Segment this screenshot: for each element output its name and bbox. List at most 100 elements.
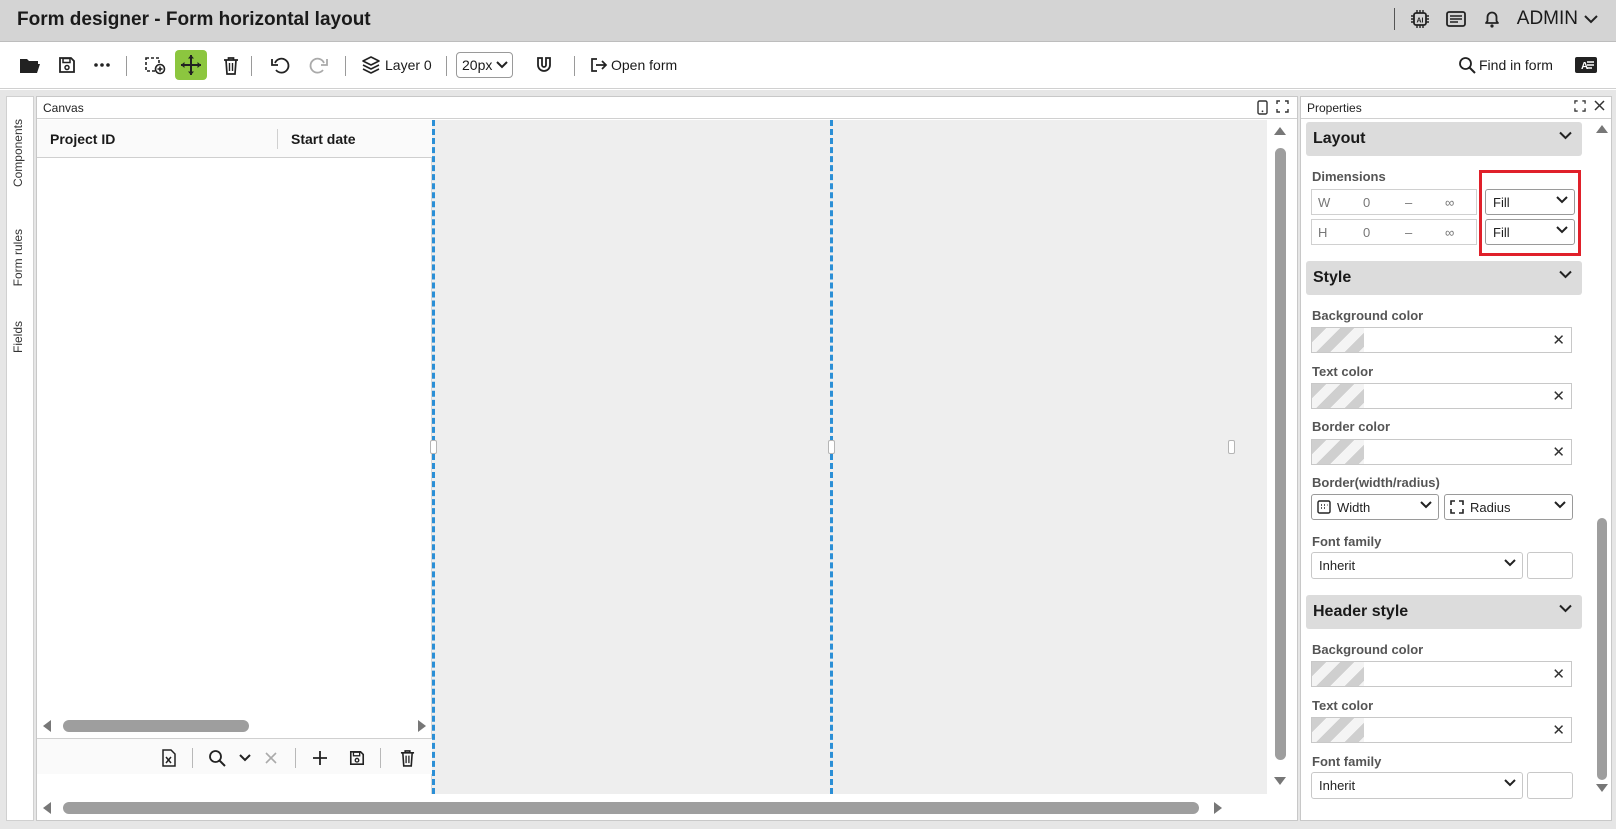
font-family-select[interactable]: Inherit [1311,552,1523,579]
user-menu[interactable]: ADMIN [1517,8,1598,30]
font-family-label: Font family [1312,534,1382,549]
header-background-color-field[interactable]: ✕ [1311,661,1572,687]
canvas-horizontal-scrollbar[interactable] [37,797,1267,819]
color-swatch[interactable] [1312,384,1364,408]
text-color-field[interactable]: ✕ [1311,383,1572,409]
grid-size-select[interactable]: 20px [456,50,514,80]
section-title: Style [1313,269,1352,286]
save-icon[interactable] [52,50,82,80]
find-label: Find in form [1479,57,1553,73]
mobile-icon[interactable] [1257,100,1268,115]
clear-icon[interactable]: ✕ [1552,387,1565,405]
close-icon[interactable] [1594,100,1605,111]
scrollbar-thumb[interactable] [1597,518,1607,780]
tab-components[interactable]: Components [11,119,25,187]
properties-vertical-scrollbar[interactable] [1593,120,1611,820]
header-font-family-select[interactable]: Inherit [1311,772,1523,799]
scroll-up-icon[interactable] [1596,124,1608,134]
clear-icon[interactable]: ✕ [1552,331,1565,349]
scroll-right-icon[interactable] [1213,802,1223,814]
clear-icon[interactable]: ✕ [1552,443,1565,461]
add-icon[interactable] [310,748,330,768]
trash-icon[interactable] [397,748,417,768]
section-layout[interactable]: Layout [1306,122,1582,156]
search-icon[interactable] [207,748,227,768]
scrollbar-thumb[interactable] [63,802,1199,814]
clear-icon[interactable]: ✕ [1552,721,1565,739]
bell-icon[interactable] [1481,8,1503,30]
magnet-icon[interactable] [529,50,559,80]
tab-fields[interactable]: Fields [11,321,25,353]
column-header-start-date[interactable]: Start date [291,131,356,147]
open-folder-icon[interactable] [15,50,45,80]
scroll-left-icon[interactable] [42,802,52,814]
toolbar: Layer 0 20px Open form Find in form A [0,42,1616,89]
canvas-area[interactable]: Project ID Start date [37,120,1267,794]
fullscreen-icon[interactable] [1276,100,1289,113]
color-swatch[interactable] [1312,328,1364,352]
range-dash: – [1405,195,1413,210]
color-swatch[interactable] [1312,440,1364,464]
add-component-icon[interactable] [140,50,170,80]
redo-icon[interactable] [303,50,333,80]
height-range[interactable]: H 0 – ∞ [1311,219,1477,245]
height-min[interactable]: 0 [1363,225,1370,240]
scroll-left-icon[interactable] [42,720,52,732]
border-color-field[interactable]: ✕ [1311,439,1572,465]
grid-size-value: 20px [462,57,493,73]
find-in-form-button[interactable]: Find in form [1458,50,1553,80]
scroll-up-icon[interactable] [1274,126,1286,136]
trash-icon[interactable] [216,50,246,80]
scroll-down-icon[interactable] [1274,776,1286,786]
divider [345,56,346,76]
more-icon[interactable] [87,50,117,80]
clear-icon[interactable] [261,748,281,768]
resize-handle[interactable] [828,440,835,454]
ai-chip-icon[interactable]: AI [1409,8,1431,30]
width-max[interactable]: ∞ [1445,195,1454,210]
chevron-down-icon[interactable] [235,748,255,768]
tab-form-rules[interactable]: Form rules [11,229,25,286]
export-excel-icon[interactable] [159,748,179,768]
scroll-down-icon[interactable] [1596,783,1608,793]
section-header-style[interactable]: Header style [1306,595,1582,629]
layer-button[interactable]: Layer 0 [361,50,432,80]
divider [251,56,252,76]
ai-text-icon[interactable]: A [1571,50,1601,80]
fullscreen-icon[interactable] [1574,100,1586,112]
canvas-header: Canvas [37,97,1297,119]
save-icon[interactable] [347,748,367,768]
color-swatch[interactable] [1312,718,1364,742]
resize-handle[interactable] [1228,440,1235,454]
height-prefix: H [1318,225,1328,240]
canvas-vertical-scrollbar[interactable] [1269,120,1291,794]
undo-icon[interactable] [266,50,296,80]
height-max[interactable]: ∞ [1445,225,1454,240]
open-form-icon [591,58,608,72]
border-label: Border(width/radius) [1312,475,1440,490]
data-grid[interactable]: Project ID Start date [37,120,432,794]
header-font-size-input[interactable] [1527,772,1573,799]
move-tool-icon[interactable] [175,50,207,80]
scrollbar-thumb[interactable] [1275,148,1286,760]
grid-horizontal-scrollbar[interactable] [37,716,432,736]
scrollbar-thumb[interactable] [63,720,249,732]
clear-icon[interactable]: ✕ [1552,665,1565,683]
column-header-project-id[interactable]: Project ID [50,131,115,147]
border-radius-select[interactable]: Radius [1444,494,1573,520]
color-swatch[interactable] [1312,662,1364,686]
window-title: Form designer - Form horizontal layout [17,9,371,30]
border-width-select[interactable]: Width [1311,494,1439,520]
width-range[interactable]: W 0 – ∞ [1311,189,1477,215]
open-form-button[interactable]: Open form [590,50,677,80]
width-min[interactable]: 0 [1363,195,1370,210]
news-icon[interactable] [1445,8,1467,30]
background-color-field[interactable]: ✕ [1311,327,1572,353]
section-style[interactable]: Style [1306,261,1582,295]
properties-panel: Properties Layout Dimensions W 0 – ∞ Fil… [1300,96,1612,821]
chevron-down-icon [1559,604,1572,613]
scroll-right-icon[interactable] [417,720,427,732]
resize-handle[interactable] [430,440,437,454]
font-size-input[interactable] [1527,552,1573,579]
header-text-color-field[interactable]: ✕ [1311,717,1572,743]
